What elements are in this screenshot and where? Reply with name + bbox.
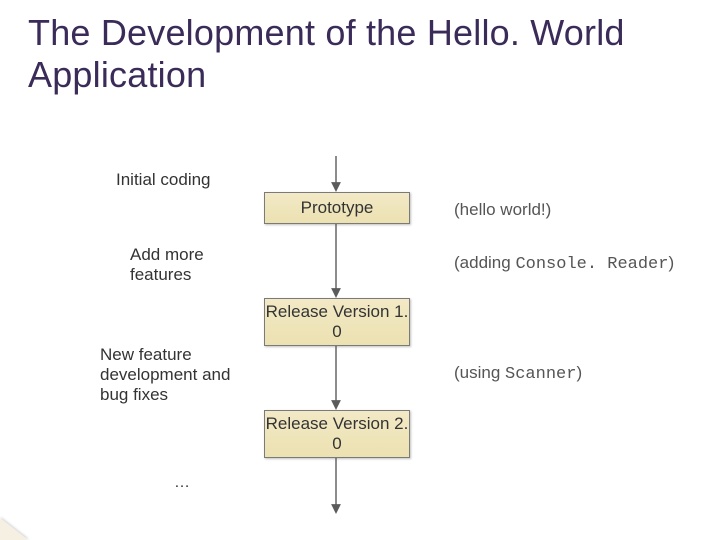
box-release-1: Release Version 1. 0 — [264, 298, 410, 346]
annotation-adding-consolereader: (adding Console. Reader) — [454, 253, 674, 274]
label-add-more-features: Add more features — [130, 245, 230, 285]
box-prototype: Prototype — [264, 192, 410, 224]
label-ellipsis: … — [174, 474, 190, 492]
label-new-feature-dev: New feature development and bug fixes — [100, 345, 240, 405]
box-release-2: Release Version 2. 0 — [264, 410, 410, 458]
label-initial-coding: Initial coding — [116, 170, 211, 190]
page-corner-fold-icon — [0, 518, 28, 540]
annotation-hello-world: (hello world!) — [454, 200, 551, 220]
page-title: The Development of the Hello. World Appl… — [28, 12, 720, 97]
annotation-using-scanner: (using Scanner) — [454, 363, 582, 384]
